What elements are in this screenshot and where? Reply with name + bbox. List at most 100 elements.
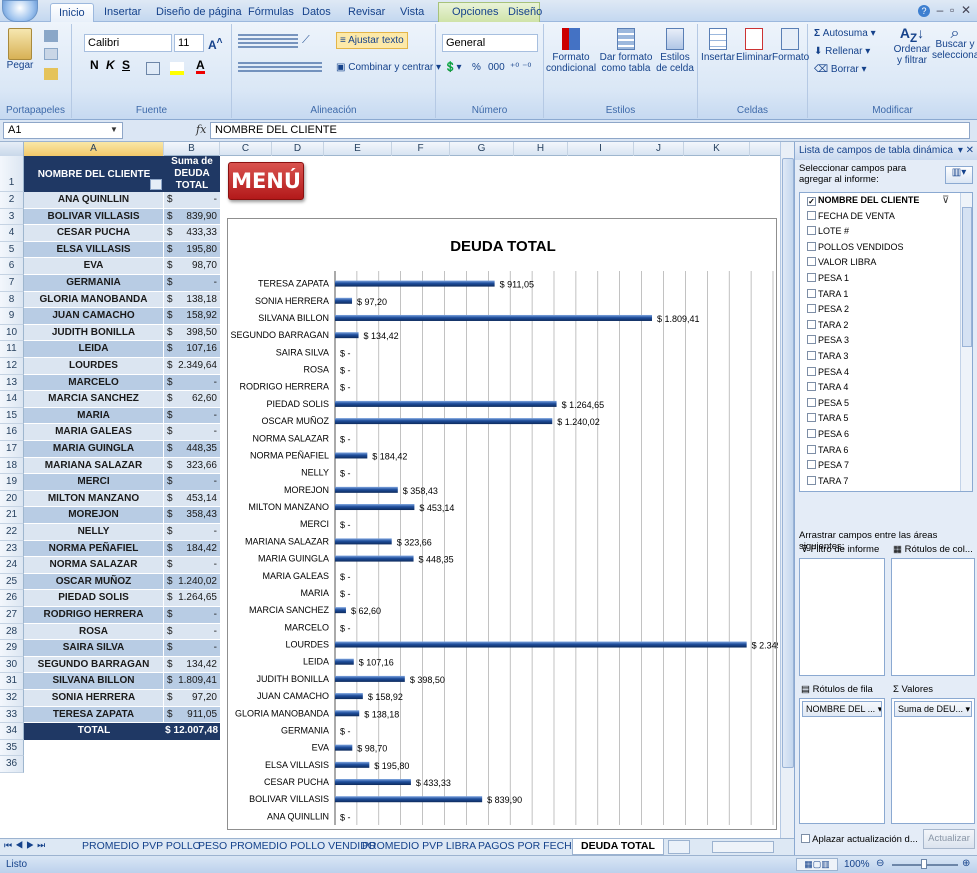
debt-cell[interactable]: $1.240,02	[164, 573, 220, 591]
horizontal-align-icons[interactable]	[238, 62, 322, 74]
row-header-6[interactable]: 6	[0, 258, 24, 275]
bar[interactable]	[335, 607, 346, 614]
pivot-field-item[interactable]: PESA 8	[807, 491, 965, 492]
restore-icon[interactable]: ▫	[950, 3, 958, 17]
client-name-cell[interactable]: SAIRA SILVA	[24, 640, 164, 657]
find-select-button[interactable]: ⌕ Buscar y seleccionar	[932, 26, 977, 62]
debt-cell[interactable]: $358,43	[164, 507, 220, 524]
debt-cell[interactable]: $ -	[164, 374, 220, 392]
client-name-cell[interactable]: ANA QUINLLIN	[24, 192, 164, 209]
menu-button[interactable]: MENÚ	[228, 162, 304, 200]
vertical-align-icons[interactable]	[238, 34, 298, 48]
tab-opciones[interactable]: Opciones	[444, 3, 506, 22]
sheet-nav-arrows-icon[interactable]: ⏮◀▶⏭	[4, 840, 48, 851]
pivot-field-item[interactable]: PESA 6	[807, 429, 965, 444]
cut-icon[interactable]	[44, 30, 58, 42]
pivot-field-item[interactable]: PESA 1	[807, 273, 965, 288]
client-name-cell[interactable]: MARIA GALEAS	[24, 424, 164, 441]
thousands-button[interactable]: 000	[488, 62, 505, 73]
debt-cell[interactable]: $ -	[164, 557, 220, 574]
pivot-field-item[interactable]: TARA 7	[807, 475, 965, 491]
client-name-cell[interactable]: MARCIA SANCHEZ	[24, 391, 164, 408]
row-field-pill[interactable]: NOMBRE DEL ... ▾	[802, 701, 882, 717]
bar[interactable]	[335, 332, 359, 339]
column-header-b[interactable]: B	[164, 142, 220, 156]
pivot-field-item[interactable]: PESA 7	[807, 460, 965, 475]
row-header-8[interactable]: 8	[0, 291, 24, 309]
pivot-field-item[interactable]: PESA 5	[807, 397, 965, 413]
row-header-1[interactable]: 1	[0, 156, 24, 192]
name-box[interactable]: A1	[3, 122, 123, 139]
row-header-31[interactable]: 31	[0, 673, 24, 690]
bar[interactable]	[335, 761, 370, 768]
office-button[interactable]	[2, 0, 38, 22]
row-header-15[interactable]: 15	[0, 407, 24, 425]
debt-cell[interactable]: $398,50	[164, 324, 220, 342]
horizontal-scrollbar[interactable]	[712, 841, 774, 853]
client-name-cell[interactable]: BOLIVAR VILLASIS	[24, 208, 164, 226]
column-header-c[interactable]: C	[220, 142, 272, 156]
client-name-cell[interactable]: GERMANIA	[24, 275, 164, 292]
debt-cell[interactable]: $ -	[164, 474, 220, 491]
tab-vista[interactable]: Vista	[392, 3, 432, 22]
panel-close-icon[interactable]: ▾ ✕	[958, 145, 974, 156]
debt-cell[interactable]: $184,42	[164, 540, 220, 558]
client-name-cell[interactable]: NORMA PEÑAFIEL	[24, 540, 164, 558]
debt-cell[interactable]: $ -	[164, 192, 220, 209]
copy-icon[interactable]	[44, 48, 58, 60]
row-header-24[interactable]: 24	[0, 557, 24, 574]
font-size-select[interactable]: 11	[174, 34, 204, 52]
format-cells-button[interactable]: Formato	[772, 28, 809, 63]
client-name-cell[interactable]: ROSA	[24, 623, 164, 641]
client-name-cell[interactable]: MARIANA SALAZAR	[24, 457, 164, 475]
tab-insertar[interactable]: Insertar	[96, 3, 149, 22]
currency-icon[interactable]: 💲▾	[444, 62, 461, 73]
row-header-12[interactable]: 12	[0, 358, 24, 375]
deuda-total-chart[interactable]: DEUDA TOTAL TERESA ZAPATA $ 911,05 SONIA HE…	[227, 218, 778, 830]
debt-cell[interactable]: $839,90	[164, 208, 220, 226]
window-controls[interactable]: ? – ▫ ✕	[917, 3, 971, 17]
row-header-23[interactable]: 23	[0, 540, 24, 558]
new-sheet-icon[interactable]	[668, 840, 690, 854]
layout-options-icon[interactable]: ▥▾	[945, 166, 973, 184]
bar[interactable]	[335, 297, 353, 304]
orientation-icon[interactable]: ⟋	[302, 34, 318, 48]
autosum-button[interactable]: Σ Autosuma ▾	[814, 28, 876, 39]
pivot-field-item[interactable]: VALOR LIBRA	[807, 257, 965, 272]
zoom-level[interactable]: 100%	[844, 859, 870, 870]
debt-cell[interactable]: $1.809,41	[164, 673, 220, 690]
row-header-4[interactable]: 4	[0, 225, 24, 242]
row-header-36[interactable]: 36	[0, 756, 24, 773]
bar[interactable]	[335, 779, 411, 786]
fill-button[interactable]: ⬇ Rellenar ▾	[814, 46, 870, 57]
debt-cell[interactable]: $ -	[164, 524, 220, 541]
bar[interactable]	[335, 504, 415, 511]
sheet-tab-promedio-pvp-pollo[interactable]: PROMEDIO PVP POLLO	[74, 839, 209, 855]
bar[interactable]	[335, 641, 747, 648]
tab-revisar[interactable]: Revisar	[340, 3, 393, 22]
row-header-13[interactable]: 13	[0, 374, 24, 392]
update-button[interactable]: Actualizar	[923, 829, 975, 849]
row-header-10[interactable]: 10	[0, 324, 24, 342]
column-header-d[interactable]: D	[272, 142, 324, 156]
client-name-cell[interactable]: MARCELO	[24, 374, 164, 392]
client-name-cell[interactable]: SEGUNDO BARRAGAN	[24, 656, 164, 674]
borders-icon[interactable]	[146, 62, 160, 75]
filter-icon[interactable]: ⊽	[942, 195, 949, 206]
row-header-33[interactable]: 33	[0, 706, 24, 724]
debt-cell[interactable]: $ -	[164, 275, 220, 292]
zoom-slider-thumb[interactable]	[921, 859, 927, 869]
column-labels-area[interactable]	[891, 558, 975, 676]
row-header-2[interactable]: 2	[0, 192, 24, 209]
sheet-tab-promedio-pvp-libra[interactable]: PROMEDIO PVP LIBRA	[354, 839, 484, 855]
tab-formulas[interactable]: Fórmulas	[240, 3, 302, 22]
client-name-cell[interactable]: LOURDES	[24, 358, 164, 375]
column-header-a[interactable]: A	[24, 142, 164, 156]
client-name-cell[interactable]: GLORIA MANOBANDA	[24, 291, 164, 309]
client-name-cell[interactable]: EVA	[24, 258, 164, 275]
debt-cell[interactable]: $98,70	[164, 258, 220, 275]
wrap-text-button[interactable]: ≡ Ajustar texto	[336, 32, 408, 49]
client-name-cell[interactable]: SONIA HERRERA	[24, 690, 164, 707]
row-header-32[interactable]: 32	[0, 690, 24, 707]
filter-dropdown-icon[interactable]	[150, 179, 162, 190]
